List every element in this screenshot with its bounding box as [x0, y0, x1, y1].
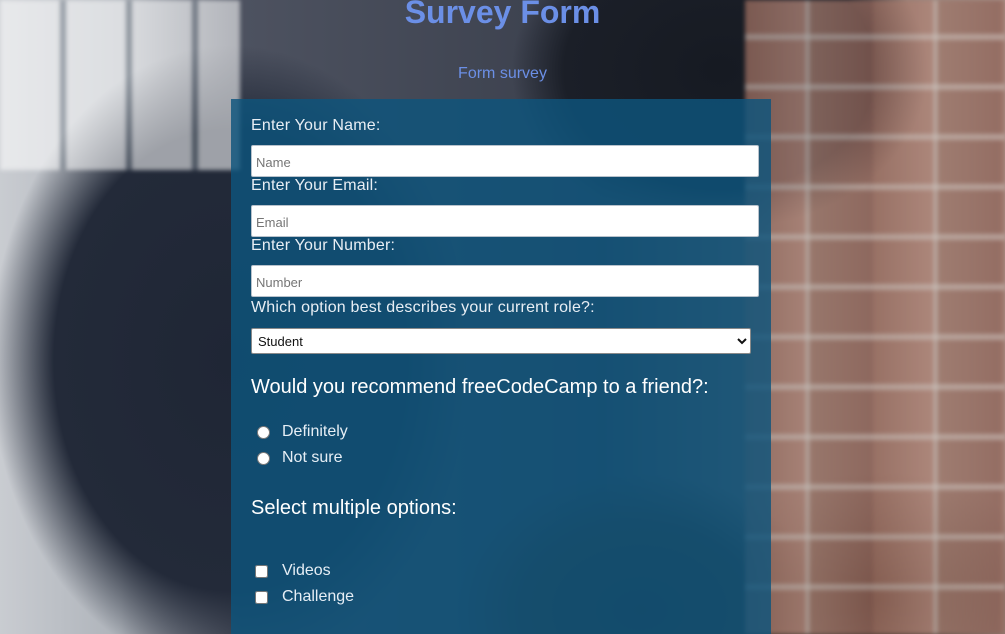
multi-question: Select multiple options: [251, 497, 457, 519]
checkbox-option-challenge[interactable]: Challenge [251, 584, 759, 610]
radio-not-sure[interactable] [257, 451, 270, 465]
checkbox-label-challenge: Challenge [282, 588, 355, 605]
name-input[interactable] [251, 145, 759, 177]
background-brick-wall [745, 0, 1005, 634]
page-title: Survey Form [404, 0, 601, 30]
role-label: Which option best describes your current… [251, 299, 595, 316]
checkbox-videos[interactable] [255, 564, 268, 578]
radio-definitely[interactable] [257, 425, 270, 439]
radio-label-definitely: Definitely [282, 423, 348, 440]
page-subtitle: Form survey [458, 65, 547, 82]
email-input[interactable] [251, 205, 759, 237]
radio-option-not-sure[interactable]: Not sure [251, 445, 759, 471]
name-label: Enter Your Name: [251, 117, 381, 134]
email-label: Enter Your Email: [251, 177, 379, 194]
checkbox-label-videos: Videos [282, 562, 331, 579]
survey-form: Enter Your Name: Enter Your Email: Enter… [231, 99, 771, 634]
radio-label-not-sure: Not sure [282, 449, 343, 466]
checkbox-option-videos[interactable]: Videos [251, 558, 759, 584]
role-select[interactable]: Student [251, 328, 751, 354]
number-input[interactable] [251, 265, 759, 297]
checkbox-challenge[interactable] [255, 590, 268, 604]
number-label: Enter Your Number: [251, 237, 396, 254]
radio-option-definitely[interactable]: Definitely [251, 419, 759, 445]
recommend-question: Would you recommend freeCodeCamp to a fr… [251, 376, 709, 398]
